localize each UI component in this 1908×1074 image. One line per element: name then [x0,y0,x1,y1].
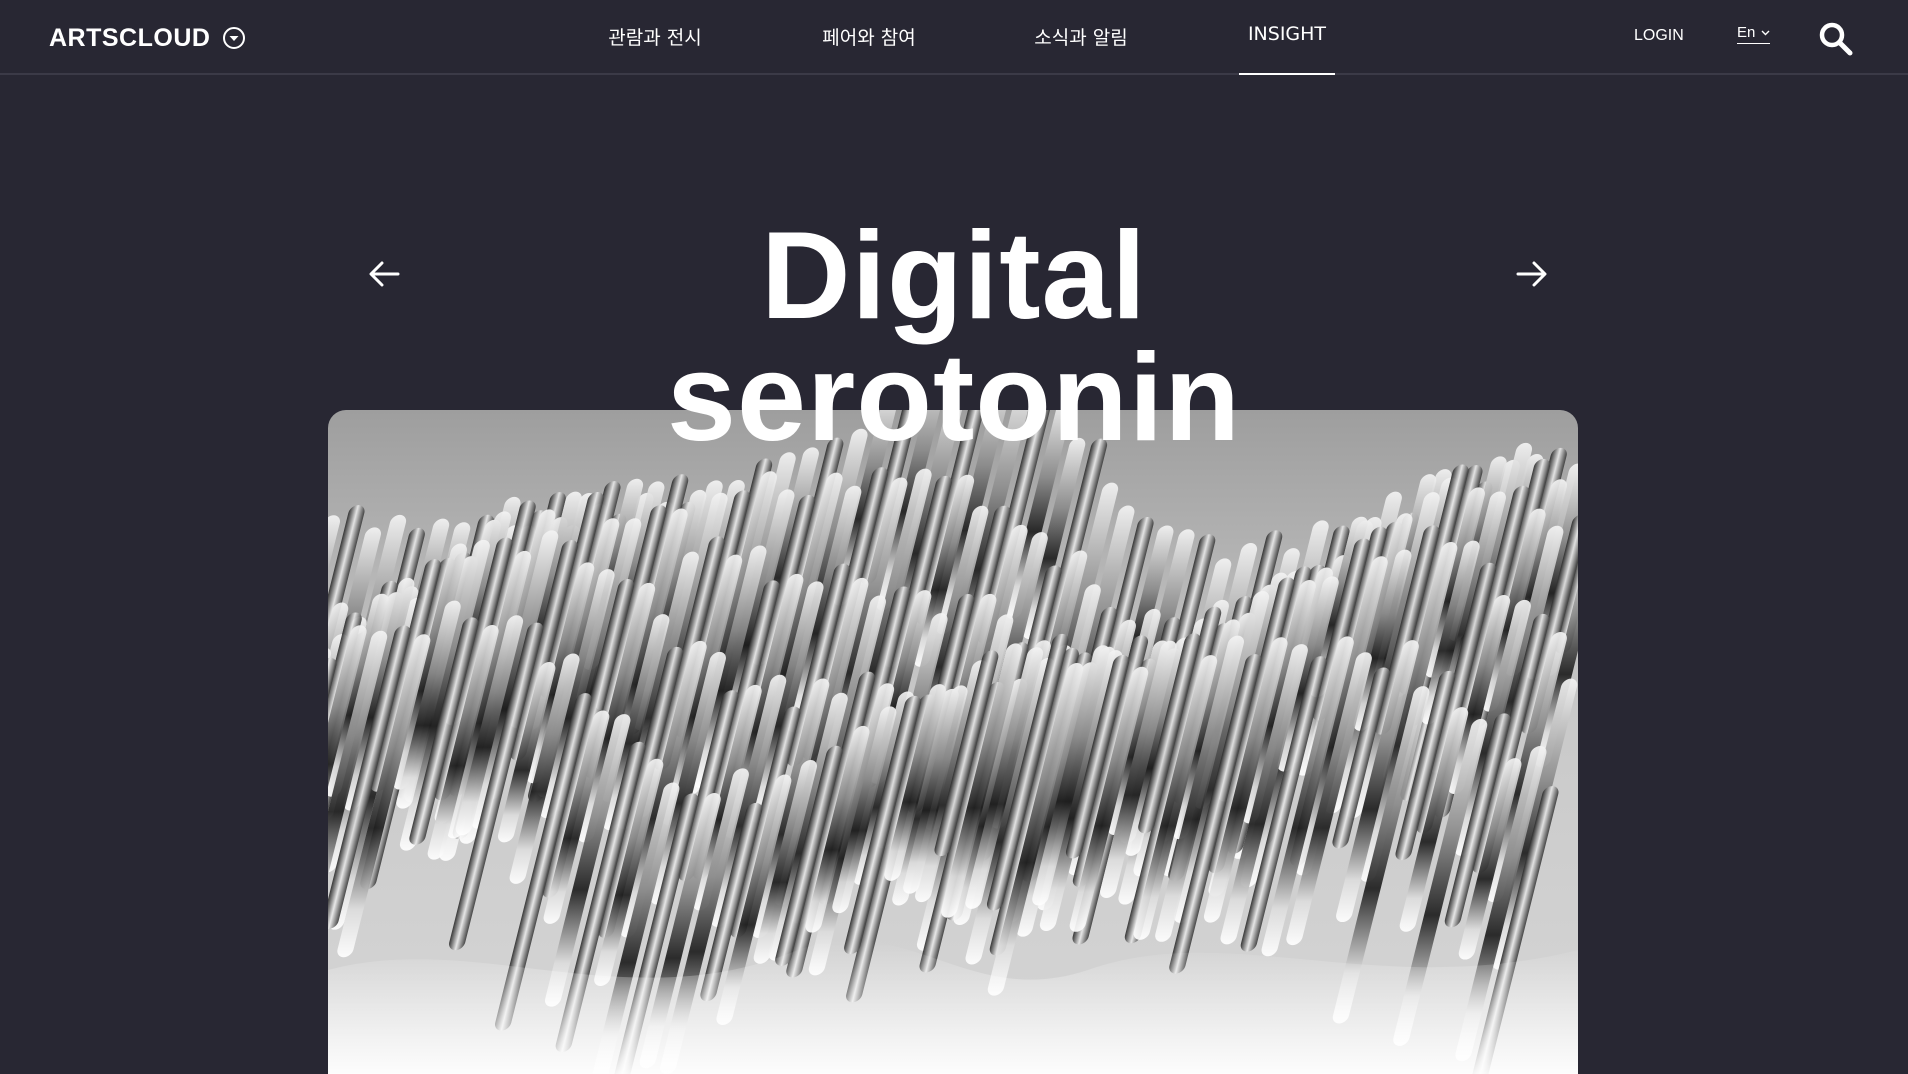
hero-title-line1: Digital [761,207,1147,345]
logo-text: ARTSCLOUD [49,23,211,52]
prev-arrow-button[interactable] [366,256,402,292]
logo[interactable]: ARTSCLOUD [49,22,246,54]
hero-title-line2: serotonin [667,329,1241,467]
nav-item-news[interactable]: 소식과 알림 [1016,0,1146,75]
next-arrow-button[interactable] [1514,256,1550,292]
hero-artwork-image[interactable] [328,410,1578,1074]
chevron-down-icon [1761,30,1770,35]
nav-label: 소식과 알림 [1034,27,1128,49]
language-label: En [1737,24,1756,41]
search-icon[interactable] [1818,21,1854,57]
nav-item-fairs[interactable]: 페어와 참여 [804,0,934,75]
nav-item-exhibitions[interactable]: 관람과 전시 [590,0,720,75]
arrow-right-icon [1516,261,1547,287]
login-link[interactable]: LOGIN [1634,27,1684,45]
artwork-illustration [328,410,1578,1074]
nav-label: 관람과 전시 [608,27,702,49]
nav-label: INSIGHT [1247,23,1327,45]
site-header: ARTSCLOUD 관람과 전시 페어와 참여 소식과 알림 INSIGHT L… [0,0,1908,75]
language-selector[interactable]: En [1737,24,1771,44]
nav-label: 페어와 참여 [822,27,916,49]
hero-title: Digital serotonin [554,207,1354,467]
arrow-left-icon [369,261,400,287]
circle-chevron-down-icon[interactable] [222,26,246,50]
nav-item-insight[interactable]: INSIGHT [1239,0,1335,75]
